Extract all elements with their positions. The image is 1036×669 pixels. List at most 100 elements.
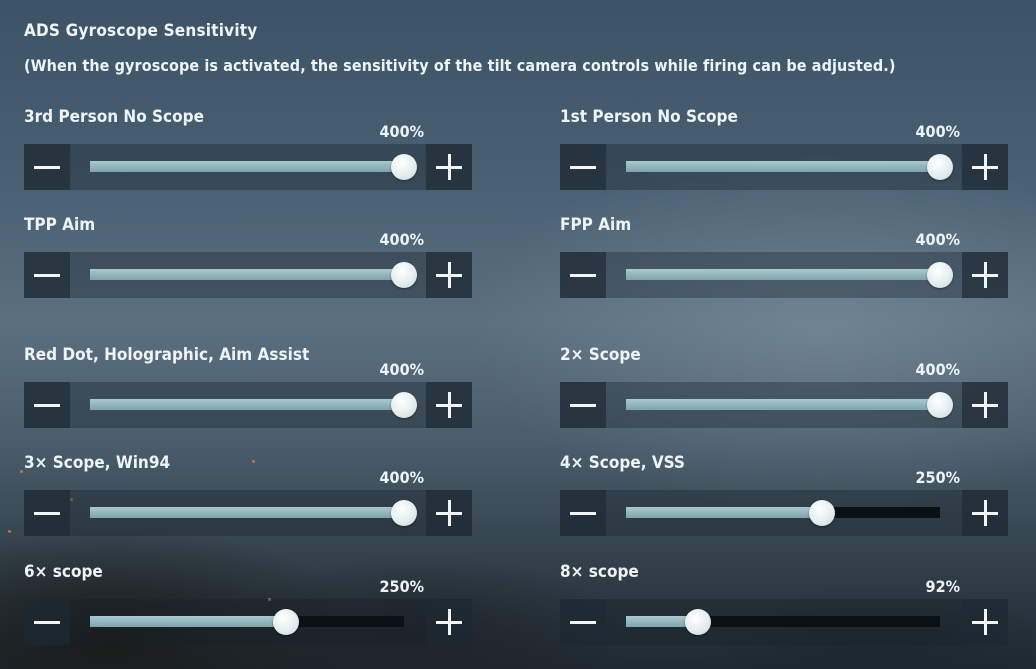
slider-thumb[interactable] — [391, 261, 417, 288]
setting-value: 250% — [379, 577, 424, 596]
slider[interactable] — [606, 144, 962, 190]
setting-value: 400% — [915, 122, 960, 141]
setting-value: 400% — [915, 230, 960, 249]
slider-thumb[interactable] — [927, 391, 953, 418]
slider[interactable] — [606, 252, 962, 298]
sensitivity-setting-6x-scope: 6× scope 250% — [24, 562, 472, 658]
plus-icon — [972, 262, 998, 288]
increase-button[interactable] — [426, 599, 472, 645]
slider-fill — [90, 161, 404, 172]
slider-track[interactable] — [90, 261, 417, 288]
sensitivity-setting-fpp-aim: FPP Aim 400% — [560, 215, 1008, 311]
decrease-button[interactable] — [24, 599, 70, 645]
slider-fill — [626, 269, 940, 280]
increase-button[interactable] — [962, 252, 1008, 298]
decrease-button[interactable] — [24, 252, 70, 298]
slider[interactable] — [606, 382, 962, 428]
increase-button[interactable] — [962, 382, 1008, 428]
slider-track[interactable] — [626, 153, 953, 180]
slider-fill — [90, 269, 404, 280]
sensitivity-setting-2x-scope: 2× Scope 400% — [560, 345, 1008, 441]
slider-track[interactable] — [90, 608, 404, 635]
sensitivity-setting-3rd-person-no-scope: 3rd Person No Scope 400% — [24, 107, 472, 203]
decrease-button[interactable] — [560, 490, 606, 536]
setting-value: 400% — [915, 360, 960, 379]
plus-icon — [436, 609, 462, 635]
slider-thumb[interactable] — [809, 499, 836, 526]
setting-label: 4× Scope, VSS — [560, 453, 685, 473]
slider[interactable] — [70, 252, 426, 298]
increase-button[interactable] — [962, 490, 1008, 536]
minus-icon — [34, 165, 60, 169]
setting-label: 3× Scope, Win94 — [24, 453, 171, 473]
setting-value: 92% — [925, 577, 960, 596]
decrease-button[interactable] — [24, 144, 70, 190]
minus-icon — [34, 273, 60, 277]
minus-icon — [570, 620, 596, 624]
plus-icon — [972, 392, 998, 418]
minus-icon — [34, 511, 60, 515]
sensitivity-setting-8x-scope: 8× scope 92% — [560, 562, 1008, 658]
plus-icon — [972, 154, 998, 180]
plus-icon — [436, 392, 462, 418]
slider-track[interactable] — [90, 153, 417, 180]
decrease-button[interactable] — [560, 599, 606, 645]
setting-label: 1st Person No Scope — [560, 107, 738, 127]
minus-icon — [34, 403, 60, 407]
minus-icon — [570, 511, 596, 515]
setting-value: 250% — [915, 468, 960, 487]
sensitivity-setting-red-dot-holographic-aim-assist: Red Dot, Holographic, Aim Assist 400% — [24, 345, 472, 441]
slider-thumb[interactable] — [391, 153, 417, 180]
slider-track[interactable] — [626, 261, 953, 288]
increase-button[interactable] — [426, 490, 472, 536]
slider[interactable] — [606, 599, 962, 645]
sensitivity-setting-3x-scope-win94: 3× Scope, Win94 400% — [24, 453, 472, 549]
page-subtitle: (When the gyroscope is activated, the se… — [24, 56, 896, 75]
page-title: ADS Gyroscope Sensitivity — [24, 21, 258, 41]
background-ember — [8, 530, 11, 533]
slider[interactable] — [70, 490, 426, 536]
slider-fill — [90, 616, 287, 627]
minus-icon — [570, 273, 596, 277]
decrease-button[interactable] — [24, 490, 70, 536]
setting-value: 400% — [379, 122, 424, 141]
setting-label: 3rd Person No Scope — [24, 107, 204, 127]
decrease-button[interactable] — [560, 382, 606, 428]
slider-track[interactable] — [90, 499, 417, 526]
slider-track[interactable] — [90, 391, 417, 418]
plus-icon — [436, 262, 462, 288]
setting-value: 400% — [379, 360, 424, 379]
slider-fill — [626, 399, 940, 410]
plus-icon — [972, 609, 998, 635]
plus-icon — [972, 500, 998, 526]
increase-button[interactable] — [962, 599, 1008, 645]
increase-button[interactable] — [426, 252, 472, 298]
increase-button[interactable] — [426, 144, 472, 190]
decrease-button[interactable] — [24, 382, 70, 428]
slider-thumb[interactable] — [273, 608, 300, 635]
setting-label: TPP Aim — [24, 215, 96, 235]
slider-thumb[interactable] — [391, 499, 417, 526]
slider-thumb[interactable] — [927, 153, 953, 180]
sensitivity-setting-1st-person-no-scope: 1st Person No Scope 400% — [560, 107, 1008, 203]
plus-icon — [436, 500, 462, 526]
slider-fill — [90, 507, 404, 518]
minus-icon — [570, 403, 596, 407]
minus-icon — [34, 620, 60, 624]
slider[interactable] — [70, 382, 426, 428]
decrease-button[interactable] — [560, 144, 606, 190]
slider-track[interactable] — [626, 608, 940, 635]
slider-track[interactable] — [626, 391, 953, 418]
slider[interactable] — [606, 490, 962, 536]
decrease-button[interactable] — [560, 252, 606, 298]
increase-button[interactable] — [962, 144, 1008, 190]
slider-thumb[interactable] — [391, 391, 417, 418]
slider-thumb[interactable] — [927, 261, 953, 288]
slider-fill — [626, 507, 823, 518]
slider[interactable] — [70, 599, 426, 645]
slider-track[interactable] — [626, 499, 940, 526]
slider[interactable] — [70, 144, 426, 190]
slider-thumb[interactable] — [685, 608, 712, 635]
slider-fill — [90, 399, 404, 410]
increase-button[interactable] — [426, 382, 472, 428]
